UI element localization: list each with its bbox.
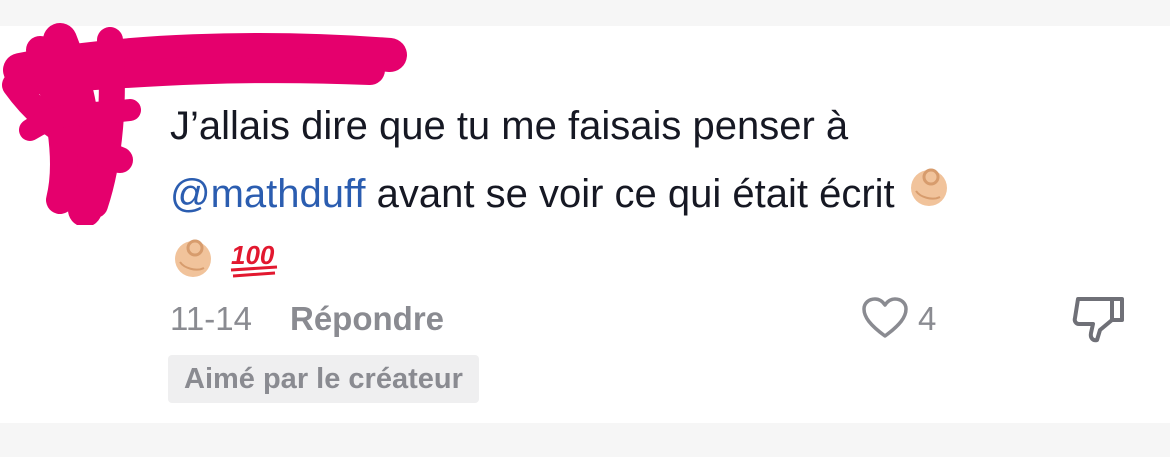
comment-meta-row: 11-14 Répondre 4 (170, 296, 1150, 344)
mention-link[interactable]: @mathduff (170, 172, 366, 216)
heart-icon (862, 297, 908, 338)
ok-hand-emoji (170, 233, 216, 301)
reply-button[interactable]: Répondre (290, 300, 444, 338)
thumbs-down-icon (1072, 297, 1124, 343)
ok-hand-emoji (906, 162, 952, 230)
comment-line-3: 100 (170, 230, 1100, 300)
svg-text:100: 100 (231, 240, 275, 270)
like-count: 4 (918, 300, 937, 337)
bottom-separator (0, 423, 1170, 457)
comment-date: 11-14 (170, 300, 252, 337)
hundred-points-emoji: 100 (227, 233, 281, 301)
comment-text: J’allais dire que tu me faisais penser à… (170, 92, 1100, 301)
dislike-button[interactable] (1070, 296, 1126, 344)
comment-line-1: J’allais dire que tu me faisais penser à (170, 104, 849, 148)
comment-line-2: @mathduff avant se voir ce qui était écr… (170, 160, 1100, 230)
liked-by-creator-badge: Aimé par le créateur (168, 355, 479, 403)
